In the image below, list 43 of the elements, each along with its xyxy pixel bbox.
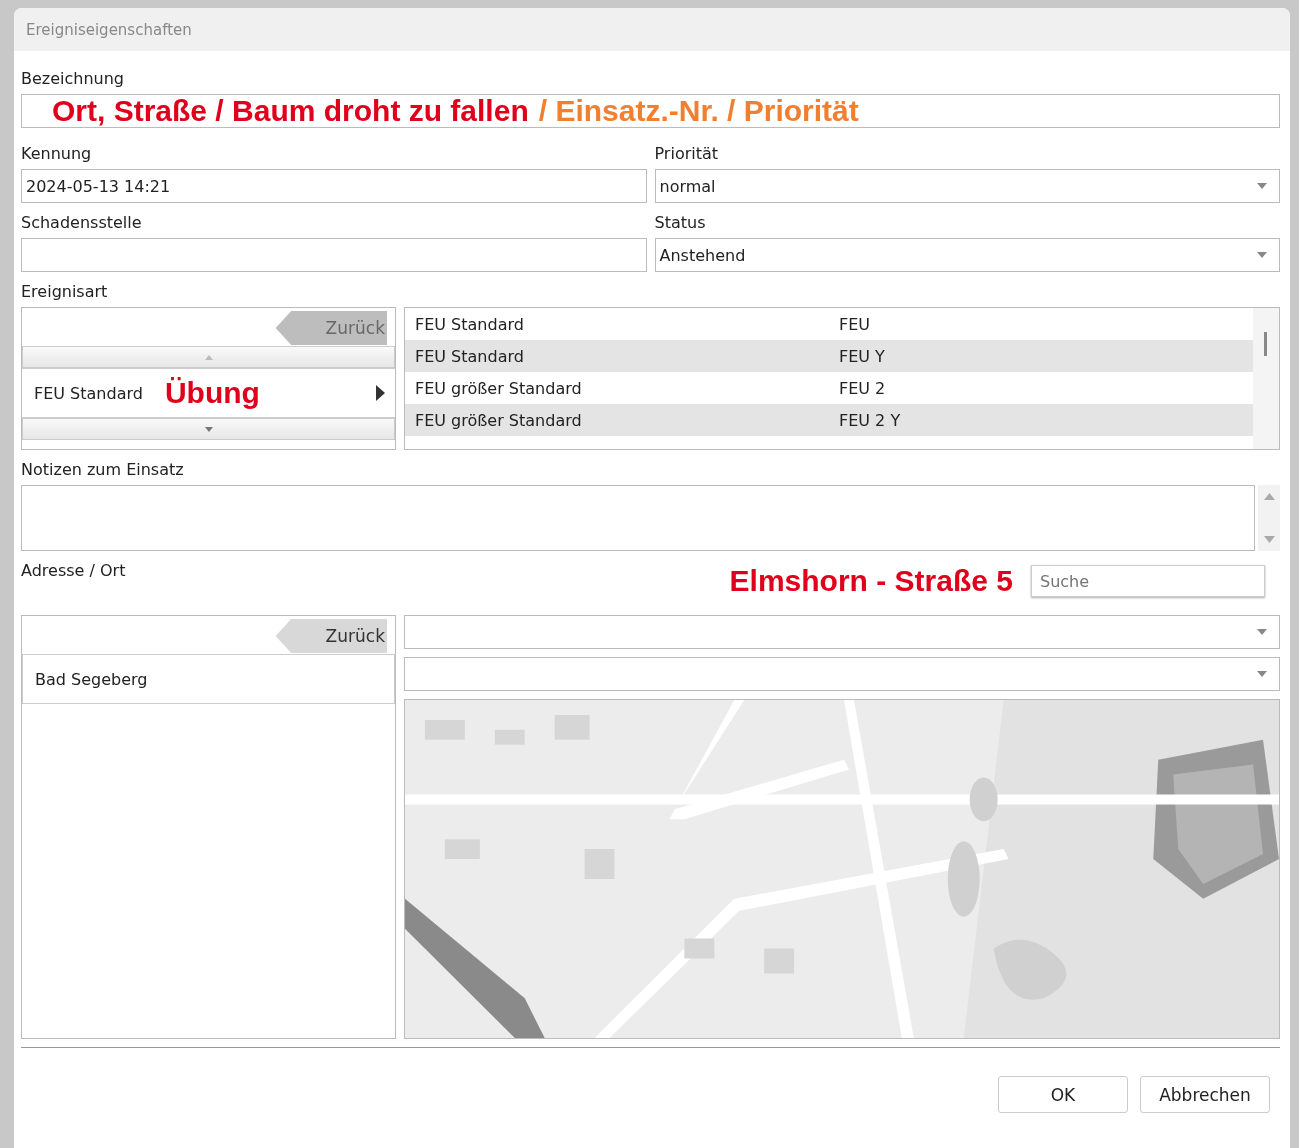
list-row[interactable]: FEU Standard FEU Y <box>405 340 1253 372</box>
field-label: Priorität <box>654 143 719 165</box>
priority-dropdown[interactable]: normal <box>654 169 1280 203</box>
back-button[interactable]: Zurück <box>275 619 387 653</box>
annotation-text: Elmshorn - Straße 5 <box>729 566 1013 596</box>
list-row[interactable]: FEU größer Standard FEU 2 Y <box>405 404 1253 436</box>
window-title: Ereigniseigenschaften <box>26 20 192 39</box>
annotation-text: Übung <box>164 378 260 408</box>
field-label: Ereignisart <box>21 281 108 303</box>
dialog-button[interactable]: OK <box>998 1076 1128 1113</box>
caret-icon <box>1257 183 1267 189</box>
damage-site-field[interactable] <box>21 238 647 272</box>
annotation-text: Ort, Straße / Baum droht zu fallen <box>52 96 529 126</box>
up-arrow-icon <box>204 354 213 360</box>
field-label: Adresse / Ort <box>21 561 126 580</box>
house-dropdown[interactable] <box>404 657 1280 691</box>
field-label: Status <box>654 212 706 234</box>
caret-icon <box>1257 671 1267 677</box>
field-label: Kennung <box>21 143 92 165</box>
list-row[interactable]: FEU größer Standard FEU 2 <box>405 372 1253 404</box>
name-field[interactable]: Ort, Straße / Baum droht zu fallen / Einsatz.-Nr. / Priorität <box>21 94 1280 128</box>
field-label: Bezeichnung <box>21 68 125 90</box>
scrollbar[interactable] <box>1253 308 1279 449</box>
search-field[interactable]: Suche <box>1031 565 1265 597</box>
dialog-button[interactable]: Abbrechen <box>1140 1076 1270 1113</box>
notes-field[interactable] <box>21 485 1255 551</box>
caret-icon <box>1257 252 1267 258</box>
up-arrow-icon <box>1263 493 1275 500</box>
street-dropdown[interactable] <box>404 615 1280 649</box>
scroll-down-button[interactable] <box>22 418 395 440</box>
expand-arrow-icon <box>376 385 385 401</box>
field-label: Notizen zum Einsatz <box>21 459 184 481</box>
scrollbar[interactable] <box>1258 485 1280 551</box>
scroll-up-button[interactable] <box>22 346 395 368</box>
status-dropdown[interactable]: Anstehend <box>654 238 1280 272</box>
annotation-text: / Einsatz.-Nr. / Priorität <box>538 96 859 126</box>
field-label: Schadensstelle <box>21 212 142 234</box>
down-arrow-icon <box>1263 536 1275 543</box>
down-arrow-icon <box>204 426 213 432</box>
list-row[interactable]: FEU Standard FEU <box>405 308 1253 340</box>
id-field[interactable]: 2024-05-13 14:21 <box>21 169 647 203</box>
place-item[interactable]: Bad Segeberg <box>22 654 395 704</box>
caret-icon <box>1257 629 1267 635</box>
